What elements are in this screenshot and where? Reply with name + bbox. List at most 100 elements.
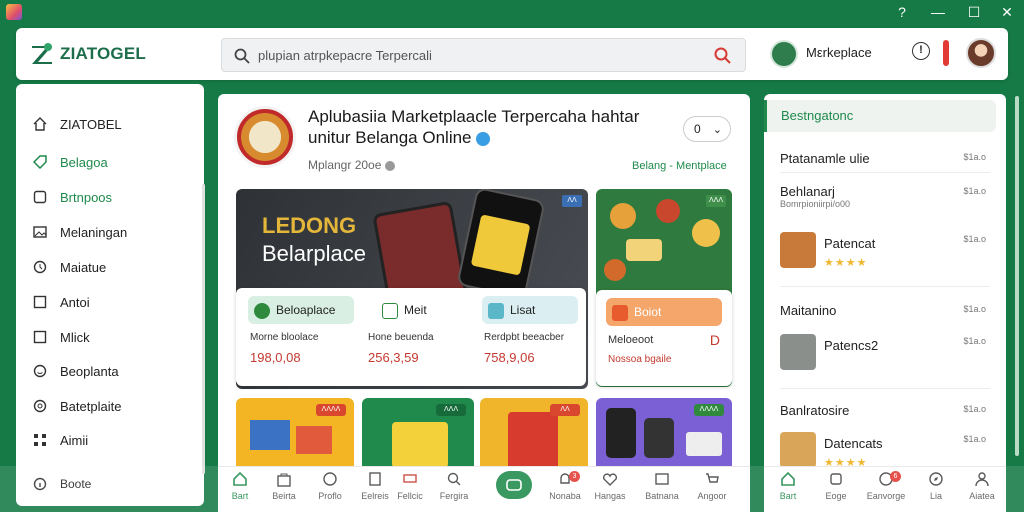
- user-avatar[interactable]: [966, 38, 996, 68]
- sidebar-item-label: Antoi: [60, 294, 90, 310]
- sidebar-item-label: Brtnpoos: [60, 189, 113, 205]
- status-dot-icon: [385, 160, 396, 171]
- grid-icon: [32, 432, 48, 448]
- rnav-aiatea[interactable]: Aiatea: [960, 471, 1004, 501]
- image-icon: [32, 224, 48, 240]
- sidebar-item-label: Beoplanta: [60, 363, 119, 379]
- right-panel-header[interactable]: Bestngatonc: [764, 100, 996, 132]
- bottom-navigation: Bart Beirta Proflo Eelreis Fellcic Fergi…: [218, 466, 750, 512]
- right-bottom-navigation: Bart Eoge 6 Eanvorge Lia Aiatea: [764, 466, 1006, 512]
- rnav-lia[interactable]: Lia: [914, 471, 958, 501]
- close-button[interactable]: ✕: [989, 2, 1024, 22]
- right-scrollbar[interactable]: [1015, 96, 1019, 456]
- product-name[interactable]: Morne bloolace: [250, 332, 318, 343]
- product-name: Meloeoot: [608, 334, 654, 346]
- upload-icon: [382, 302, 398, 319]
- product-mark: D: [709, 332, 720, 348]
- item-title: Patencs2: [824, 338, 879, 353]
- marketplace-avatar[interactable]: [770, 40, 798, 68]
- sidebar-item-melaningan[interactable]: Melaningan: [16, 217, 204, 247]
- nav-angoor[interactable]: Angoor: [690, 471, 734, 501]
- chevron-down-icon: ⌄: [712, 124, 722, 136]
- info-button[interactable]: !: [912, 42, 930, 60]
- list-item[interactable]: Patencs2 $1a.o: [780, 334, 990, 376]
- breadcrumb[interactable]: Belang - Mentplace: [632, 160, 727, 172]
- tile-tag: ΛΛΛΛ: [694, 404, 724, 416]
- list-item[interactable]: Patencat ★★★★ $1a.o: [780, 232, 990, 276]
- rnav-home[interactable]: Bart: [766, 471, 810, 501]
- nav-batnana[interactable]: Batnana: [640, 471, 684, 501]
- shop-title-text: Aplubasiia Marketplaacle Terpercaha haht…: [308, 107, 640, 147]
- snack-image: [392, 422, 448, 468]
- list-item[interactable]: Ptatanamle ulie $1a.o: [780, 150, 990, 168]
- chip-meit[interactable]: Meit: [376, 296, 456, 324]
- food-image: [656, 199, 680, 223]
- heart-icon: [602, 473, 618, 486]
- rnav-eoge[interactable]: Eoge: [814, 471, 858, 501]
- doc-icon: [830, 473, 842, 485]
- nav-home[interactable]: Bart: [218, 471, 262, 501]
- nav-proflo[interactable]: Proflo: [308, 471, 352, 501]
- search-submit-icon[interactable]: [713, 46, 733, 66]
- bag-icon: [277, 473, 291, 487]
- home-icon: [781, 471, 795, 486]
- rnav-eanvorge[interactable]: 6 Eanvorge: [864, 471, 908, 501]
- app-header: ZIATOGEL plupian atrpkepacre Terpercali …: [16, 28, 1008, 80]
- sidebar-item-home[interactable]: ZIATOBEL: [16, 109, 204, 139]
- nav-label: Lia: [929, 491, 942, 501]
- search-icon: [234, 48, 250, 64]
- chip-boiot[interactable]: Boiot: [606, 298, 722, 326]
- sidebar-item-mlick[interactable]: Mlick: [16, 322, 204, 352]
- nav-label: Batnana: [645, 491, 679, 501]
- nav-beirta[interactable]: Beirta: [262, 471, 306, 501]
- marketplace-label[interactable]: Mεrkeplace: [806, 45, 872, 60]
- list-item[interactable]: Banlratosire $1a.o: [780, 402, 990, 420]
- list-item[interactable]: Behlanarj Bomrpioniirpi/o00 $1a.o: [780, 184, 990, 209]
- action-fab[interactable]: [496, 471, 532, 499]
- item-price: $1a.o: [963, 152, 986, 162]
- sidebar-item-antoi[interactable]: Antoi: [16, 287, 204, 317]
- chip-lisat[interactable]: Lisat: [482, 296, 578, 324]
- doc-icon: [369, 472, 381, 486]
- product-name[interactable]: Rerdpbt beeacber: [484, 332, 564, 343]
- sidebar-item-boote[interactable]: Boote: [16, 469, 204, 499]
- nav-label: Angoor: [697, 491, 727, 501]
- maximize-button[interactable]: ☐: [956, 2, 992, 22]
- shop-subtitle-text: Mplangr 20oe: [308, 158, 382, 172]
- gear-icon: [32, 398, 48, 414]
- cart-icon: [706, 473, 719, 483]
- leaf-icon: [254, 302, 270, 319]
- item-title: Maitanino: [780, 303, 837, 318]
- search-input[interactable]: plupian atrpkepacre Terpercali: [258, 48, 432, 63]
- food-image: [692, 219, 720, 247]
- chip-label: Boiot: [634, 305, 662, 319]
- nav-fellcic[interactable]: Fellcic: [388, 471, 432, 501]
- minimize-button[interactable]: —: [920, 2, 956, 22]
- sidebar-item-beoplanta[interactable]: Beoplanta: [16, 356, 204, 386]
- nav-label: Nonaba: [549, 491, 581, 501]
- item-price: $1a.o: [963, 404, 986, 414]
- help-button[interactable]: ?: [884, 2, 920, 22]
- sidebar-item-belagoa[interactable]: Belagoa: [16, 147, 204, 177]
- product-card-boiot[interactable]: Boiot Meloeoot D Nossoa bgaile: [596, 290, 732, 386]
- product-name[interactable]: Hone beuenda: [368, 332, 434, 343]
- sidebar-scrollbar[interactable]: [202, 184, 205, 474]
- smile-icon: [32, 363, 48, 379]
- sidebar-item-batetplaite[interactable]: Batetplaite: [16, 391, 204, 421]
- search-bar[interactable]: plupian atrpkepacre Terpercali: [221, 38, 746, 72]
- nav-nonaba[interactable]: 3 Nonaba: [543, 471, 587, 501]
- item-subtitle: Bomrpioniirpi/o00: [780, 199, 851, 209]
- sidebar-item-aimii[interactable]: Aimii: [16, 425, 204, 455]
- chip-label: Meit: [404, 303, 427, 317]
- banner-tag: ΛΛΛ: [706, 195, 726, 207]
- sidebar-item-maiatue[interactable]: Maiatue: [16, 252, 204, 282]
- nav-fergira[interactable]: Fergira: [432, 471, 476, 501]
- nav-hangas[interactable]: Hangas: [588, 471, 632, 501]
- app-logo[interactable]: ZIATOGEL: [60, 44, 146, 64]
- shop-select[interactable]: 0 ⌄: [683, 116, 731, 142]
- notification-indicator[interactable]: [943, 40, 949, 66]
- sidebar-item-brtnpoos[interactable]: Brtnpoos: [16, 182, 204, 212]
- device-image: [686, 432, 722, 456]
- list-item[interactable]: Maitanino $1a.o: [780, 302, 990, 320]
- chip-beloaplace[interactable]: Beloaplace: [248, 296, 354, 324]
